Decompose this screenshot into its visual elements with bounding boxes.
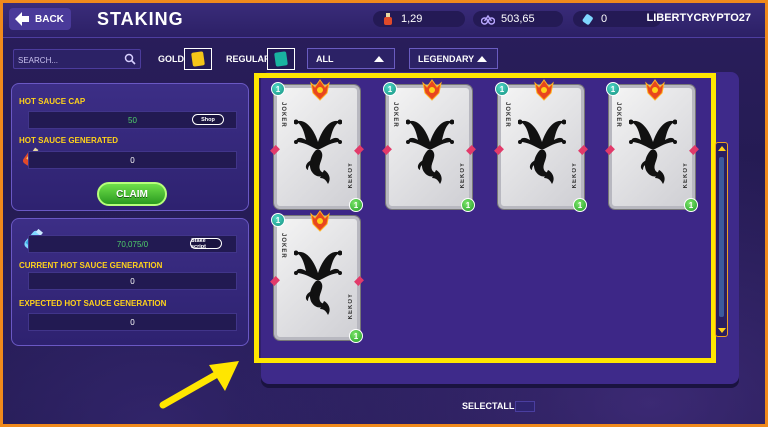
page-title: STAKING (97, 9, 184, 29)
card-name: JOKER (280, 233, 286, 259)
crest-icon (534, 79, 554, 101)
card-name: JOKER (280, 102, 286, 128)
card-name: JOKER (504, 102, 510, 128)
joker-card[interactable]: 1 JOKER KEKOY 1 (270, 210, 364, 343)
jester-icon (294, 119, 342, 184)
shop-button[interactable]: Shop (192, 114, 224, 125)
card-rarity-text: KEKOY (460, 161, 466, 188)
regular-filter-label: REGULAR (226, 54, 271, 64)
top-bar: BACK STAKING 1,29 503,65 0 LIBERTYCRYPTO… (3, 3, 765, 38)
card-level-top: 1 (271, 213, 285, 227)
card-name: JOKER (615, 102, 621, 128)
crest-icon (422, 79, 442, 101)
card-rarity-text: KEKOY (572, 161, 578, 188)
current-generation-label: CURRENT HOT SAUCE GENERATION (19, 261, 163, 270)
select-all-label[interactable]: SELECTALL (462, 401, 514, 411)
crest-icon (310, 210, 330, 232)
claim-button[interactable]: CLAIM (97, 182, 167, 206)
expected-generation-value: 0 (130, 317, 135, 327)
bike-icon (481, 14, 495, 25)
card-rarity-text: KEKOY (683, 161, 689, 188)
rarity-dropdown-value: LEGENDARY (418, 53, 475, 64)
hot-sauce-cap-value: 50 (128, 115, 137, 125)
search-icon[interactable] (124, 53, 136, 65)
jester-icon (629, 119, 677, 184)
card-level-bottom: 1 (349, 329, 363, 343)
bike-balance-value: 503,65 (501, 13, 535, 25)
regular-card-icon (274, 51, 288, 67)
current-generation-field: 0 (28, 272, 237, 290)
caret-up-icon (374, 56, 384, 62)
potion-balance-value: 0 (601, 13, 608, 25)
card-rarity-text: KEKOY (348, 292, 354, 319)
card-level-bottom: 1 (573, 198, 587, 212)
card-level-bottom: 1 (349, 198, 363, 212)
hot-sauce-balance: 1,29 (373, 11, 465, 27)
potion-icon (582, 14, 593, 25)
type-dropdown-value: ALL (316, 53, 334, 64)
app-window: BACK STAKING 1,29 503,65 0 LIBERTYCRYPTO… (0, 0, 768, 427)
grid-scrollbar[interactable] (715, 142, 728, 337)
card-level-bottom: 1 (684, 198, 698, 212)
type-dropdown[interactable]: ALL (307, 48, 395, 69)
search-box[interactable] (13, 49, 141, 71)
back-arrow-icon (15, 12, 29, 26)
back-button[interactable]: BACK (9, 8, 71, 30)
gold-filter-label: GOLD (158, 54, 184, 64)
card-level-top: 1 (606, 82, 620, 96)
expected-generation-field: 0 (28, 313, 237, 331)
scroll-up-icon[interactable] (718, 146, 726, 151)
pointer-arrow-icon (159, 361, 239, 409)
stake-value: 70,075/0 (116, 239, 149, 249)
rarity-dropdown[interactable]: LEGENDARY (409, 48, 498, 69)
caret-up-icon (477, 56, 487, 62)
stake-script-button[interactable]: Stake script (190, 238, 222, 250)
current-generation-value: 0 (130, 276, 135, 286)
jester-icon (406, 119, 454, 184)
back-label: BACK (35, 13, 64, 25)
gold-card-icon (191, 51, 205, 67)
card-level-bottom: 1 (461, 198, 475, 212)
joker-card[interactable]: 1 JOKER KEKOY 1 (494, 79, 588, 212)
jester-icon (518, 119, 566, 184)
search-input[interactable] (14, 50, 120, 71)
joker-card[interactable]: 1 JOKER KEKOY 1 (270, 79, 364, 212)
username[interactable]: LIBERTYCRYPTO27 (646, 12, 751, 24)
card-level-top: 1 (271, 82, 285, 96)
regular-filter-toggle[interactable] (267, 48, 295, 70)
crest-icon (310, 79, 330, 101)
scroll-down-icon[interactable] (718, 328, 726, 333)
hot-sauce-generated-label: HOT SAUCE GENERATED (19, 136, 118, 145)
jester-icon (294, 250, 342, 315)
hot-sauce-generated-value: 0 (130, 155, 135, 165)
hot-sauce-bottle-icon (384, 13, 392, 25)
joker-card[interactable]: 1 JOKER KEKOY 1 (382, 79, 476, 212)
card-level-top: 1 (383, 82, 397, 96)
card-level-top: 1 (495, 82, 509, 96)
crest-icon (645, 79, 665, 101)
hot-sauce-balance-value: 1,29 (401, 13, 423, 25)
expected-generation-label: EXPECTED HOT SAUCE GENERATION (19, 299, 167, 308)
joker-card[interactable]: 1 JOKER KEKOY 1 (605, 79, 699, 212)
card-rarity-text: KEKOY (348, 161, 354, 188)
hot-sauce-cap-label: HOT SAUCE CAP (19, 97, 86, 106)
card-name: JOKER (392, 102, 398, 128)
hot-sauce-generated-field: 0 (28, 151, 237, 169)
select-all-checkbox[interactable] (515, 401, 535, 412)
generation-panel: 70,075/0 Stake script CURRENT HOT SAUCE … (11, 218, 249, 346)
gold-filter-toggle[interactable] (184, 48, 212, 70)
scroll-thumb[interactable] (719, 157, 724, 317)
bike-balance: 503,65 (473, 11, 563, 27)
